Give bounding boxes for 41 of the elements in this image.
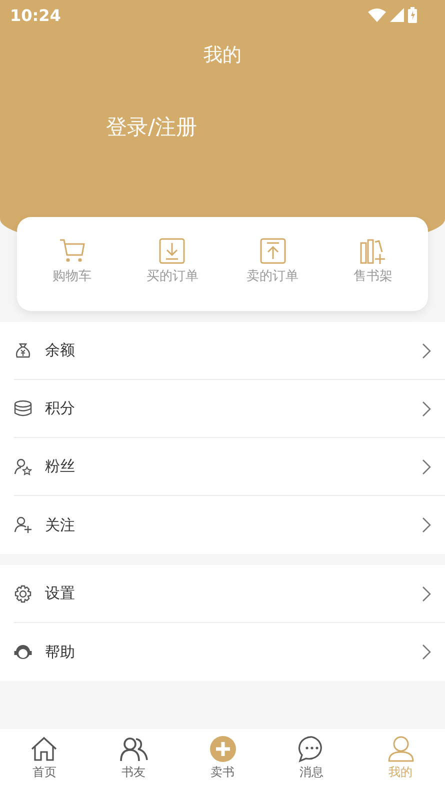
menu-item[interactable]: 余额: [14, 322, 445, 380]
chevron-right-icon: [422, 458, 431, 474]
home-icon: [30, 736, 58, 763]
plus-circle-icon: [208, 736, 236, 763]
chevron-right-icon: [422, 644, 431, 660]
bookshelf-icon: [358, 238, 387, 264]
signal-icon: [390, 8, 404, 22]
cart-icon: [58, 238, 86, 264]
menu-label: 余额: [45, 341, 76, 360]
money-bag-icon: [14, 342, 32, 360]
coins-icon: [14, 400, 32, 418]
upload-icon: [258, 238, 287, 264]
nav-tab[interactable]: 卖书: [178, 729, 267, 791]
chevron-right-icon: [422, 342, 431, 358]
gear-icon: [14, 584, 32, 602]
nav-tab[interactable]: 消息: [267, 729, 356, 791]
status-time: 10:24: [10, 6, 61, 24]
menu-item[interactable]: 设置: [14, 565, 445, 623]
nav-tab[interactable]: 书友: [89, 729, 178, 791]
chevron-right-icon: [422, 400, 431, 416]
menu-label: 粉丝: [45, 457, 76, 476]
menu-item[interactable]: 粉丝: [14, 438, 445, 496]
headset-icon: [14, 643, 32, 661]
menu-item[interactable]: 积分: [14, 380, 445, 438]
person-icon: [386, 736, 414, 763]
wifi-icon: [368, 8, 386, 22]
battery-icon: [408, 7, 417, 23]
menu-label: 帮助: [45, 642, 76, 662]
menu-item[interactable]: 帮助: [14, 623, 445, 681]
chevron-right-icon: [422, 517, 431, 533]
chevron-right-icon: [422, 586, 431, 602]
nav-tab[interactable]: 首页: [0, 729, 89, 791]
menu-item[interactable]: 关注: [14, 496, 445, 554]
menu-label: 关注: [45, 516, 76, 534]
menu-label: 积分: [45, 399, 76, 418]
person-plus-icon: [14, 516, 32, 534]
download-icon: [158, 238, 186, 264]
person-star-icon: [14, 458, 32, 476]
menu-label: 设置: [45, 584, 76, 603]
people-icon: [120, 736, 148, 763]
page-title: 我的: [204, 43, 242, 68]
